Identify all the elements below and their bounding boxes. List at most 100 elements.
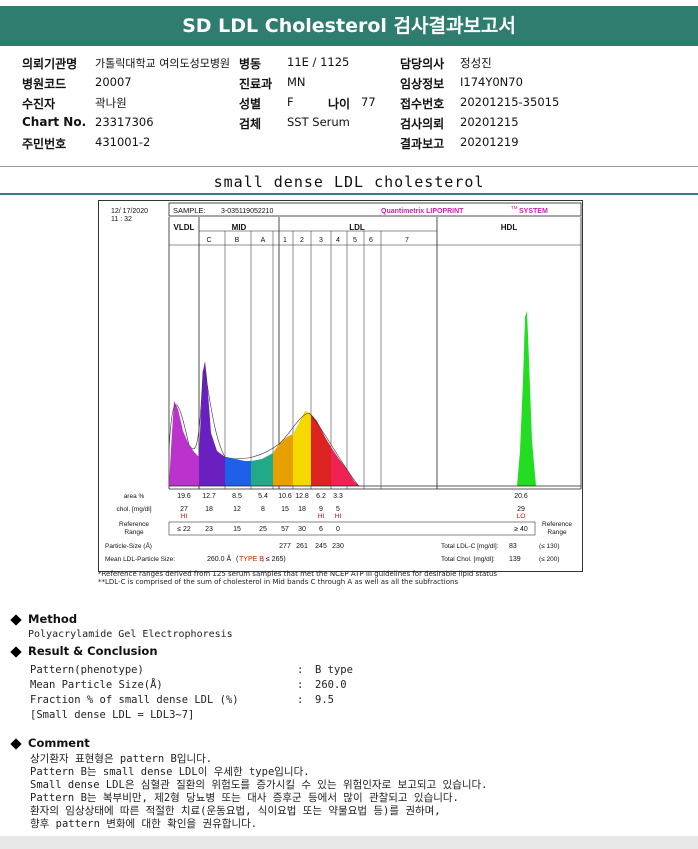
chol-value: 27: [180, 506, 188, 513]
result-colon: :: [297, 694, 304, 706]
vldl-area: [169, 401, 199, 486]
band-label: 2: [300, 237, 304, 244]
reference-value: 0: [336, 526, 340, 533]
band-label: A: [261, 237, 266, 244]
result-label: Pattern(phenotype): [30, 664, 144, 676]
reference-value: ≥ 40: [514, 526, 528, 533]
resident-label: 주민번호: [22, 137, 67, 151]
total-chol-ref: (≤ 200): [539, 556, 560, 563]
specimen-value: SST Serum: [287, 115, 350, 129]
brand-suffix: SYSTEM: [519, 208, 548, 215]
institution-label: 의뢰기관명: [22, 57, 78, 71]
chol-value: 9: [319, 506, 323, 513]
chol-value: 12: [233, 506, 241, 513]
reference-value: 30: [298, 526, 306, 533]
comment-line: 향후 pattern 변화에 대한 확인을 권유합니다.: [30, 818, 258, 830]
lipoprint-svg: 12/ 17/202011 : 32 SAMPLE: 3-035119052210 Q…: [105, 202, 582, 563]
clinical-value: I174Y0N70: [460, 75, 523, 89]
total-ldl-value: 83: [509, 543, 517, 550]
divider: [0, 193, 698, 195]
group-label: LDL: [349, 223, 365, 232]
total-ldl-ref: (≤ 130): [539, 543, 560, 550]
reference-value: 25: [259, 526, 267, 533]
comment-title: Comment: [28, 736, 90, 750]
row-label: chol. [mg/dl]: [116, 506, 151, 513]
request-value: 20201215: [460, 115, 519, 129]
area-pct-value: 19.6: [177, 493, 191, 500]
ward-label: 병동: [239, 57, 262, 71]
ldl3-area: [311, 414, 331, 486]
brand-name: Quantimetrix LIPOPRINT: [381, 208, 464, 215]
footnotes: *Reference ranges derived from 125 serum…: [98, 570, 497, 586]
ldl1-area: [273, 434, 293, 486]
total-ldl-label: Total LDL-C [mg/dl]:: [441, 543, 499, 550]
result-label: Fraction % of small dense LDL (%): [30, 694, 239, 706]
mid-c-area: [199, 361, 225, 486]
particle-size-value: 245: [315, 543, 327, 550]
area-pct-value: 6.2: [316, 493, 326, 500]
ward-value: 11E / 1125: [287, 55, 350, 69]
sex-label: 성별: [239, 97, 262, 111]
specimen-label: 검체: [239, 117, 262, 131]
group-label: HDL: [501, 223, 518, 232]
patient-value: 곽나원: [95, 96, 127, 110]
section-title: small dense LDL cholesterol: [213, 173, 485, 191]
row-label: Range: [547, 529, 567, 536]
chol-value: 8: [261, 506, 265, 513]
patient-info-block: 의뢰기관명 가톨릭대학교 여의도성모병원 병동 11E / 1125 담당의사 …: [0, 53, 698, 165]
band-label: B: [235, 237, 240, 244]
report-value: 20201219: [460, 135, 519, 149]
reference-value: ≤ 22: [177, 526, 191, 533]
chart-date: 12/ 17/2020: [111, 208, 148, 215]
chol-value: 18: [205, 506, 213, 513]
patient-label: 수진자: [22, 97, 56, 111]
band-label: C: [206, 237, 211, 244]
hospital-code-value: 20007: [95, 75, 132, 89]
reference-value: 57: [281, 526, 289, 533]
particle-size-value: 277: [279, 543, 291, 550]
band-label: 7: [405, 237, 409, 244]
row-label: Range: [124, 529, 144, 536]
particle-size-value: 261: [296, 543, 308, 550]
band-label: 5: [353, 237, 357, 244]
dept-value: MN: [287, 75, 306, 89]
diamond-bullet-icon: [10, 613, 22, 626]
chol-value: 18: [298, 506, 306, 513]
dept-label: 진료과: [239, 77, 273, 91]
row-label: area %: [124, 493, 145, 500]
diamond-bullet-icon: [10, 645, 22, 658]
band-label: 1: [283, 237, 287, 244]
chart-no-label: Chart No.: [22, 115, 87, 129]
result-note: [Small dense LDL = LDL3~7]: [30, 709, 195, 721]
resident-value: 431001-2: [95, 135, 151, 149]
sample-id: 3-035119052210: [221, 208, 274, 215]
footnote-line: *Reference ranges derived from 125 serum…: [98, 570, 498, 578]
hdl-peak: [517, 311, 536, 486]
area-pct-value: 10.6: [278, 493, 292, 500]
flag-hi: HI: [181, 513, 188, 520]
ldl2-area: [293, 411, 311, 486]
flag-hi: HI: [335, 513, 342, 520]
chol-value: 29: [517, 506, 525, 513]
chart-time: 11 : 32: [111, 216, 132, 223]
doctor-value: 정성진: [460, 56, 492, 70]
area-pct-value: 8.5: [232, 493, 242, 500]
result-label: Mean Particle Size(Å): [30, 679, 163, 691]
particle-label: Particle-Size (Å): [105, 541, 152, 550]
type-b-label: TYPE B: [239, 556, 264, 563]
flag-hi: HI: [318, 513, 325, 520]
result-value: 9.5: [315, 694, 334, 706]
chol-value: 15: [281, 506, 289, 513]
band-label: 4: [336, 237, 340, 244]
footer-bar: [0, 836, 698, 849]
comment-heading: Comment: [10, 736, 90, 750]
reference-value: 15: [233, 526, 241, 533]
method-text: Polyacrylamide Gel Electrophoresis: [28, 629, 233, 640]
total-chol-value: 139: [509, 556, 521, 563]
chart-no-value: 23317306: [95, 115, 154, 129]
request-label: 검사의뢰: [400, 117, 445, 131]
method-heading: Method: [10, 612, 77, 626]
total-chol-label: Total Chol. [mg/dl]:: [441, 556, 495, 563]
receipt-label: 접수번호: [400, 97, 445, 111]
result-colon: :: [297, 679, 304, 691]
